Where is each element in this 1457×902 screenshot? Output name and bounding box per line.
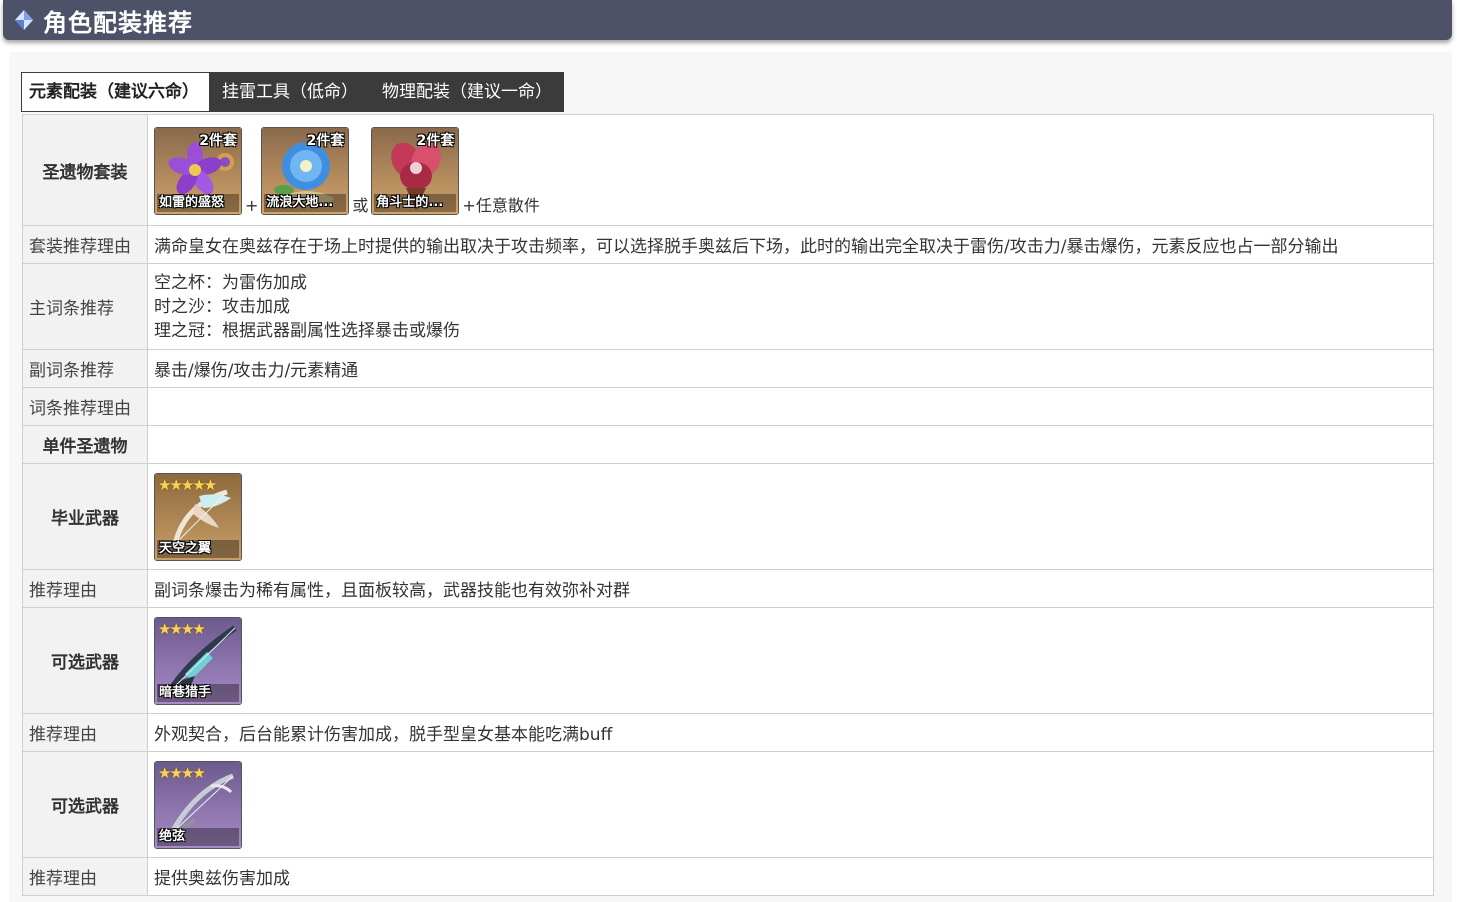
rarity-stars: ★★★★ bbox=[158, 619, 206, 638]
table-row: 推荐理由 外观契合，后台能累计伤害加成，脱手型皇女基本能吃满buff bbox=[22, 713, 1434, 752]
weapon-name: 绝弦 bbox=[157, 827, 239, 846]
single-artifact-text bbox=[147, 425, 1434, 464]
set-badge: 2件套 bbox=[199, 133, 237, 149]
or-separator: 或 bbox=[352, 196, 369, 215]
table-row: 单件圣遗物 bbox=[22, 425, 1434, 464]
sub-stats-text: 暴击/爆伤/攻击力/元素精通 bbox=[147, 349, 1434, 388]
weapon-card-alley-hunter[interactable]: ★★★★ 暗巷猎手 bbox=[154, 616, 242, 705]
alt-weapon-cell: ★★★★ 暗巷猎手 bbox=[147, 607, 1434, 714]
table-row: 可选武器 ★★★★ 绝弦 bbox=[22, 751, 1434, 858]
build-table: 圣遗物套装 2件套 如雷的盛怒 + 2件套 流浪大地... 或 2件套 角斗士的… bbox=[22, 114, 1434, 896]
main-stat-goblet: 空之杯：为雷伤加成 bbox=[154, 272, 307, 293]
any-pieces-suffix: +任意散件 bbox=[462, 196, 540, 215]
rarity-stars: ★★★★★ bbox=[158, 475, 217, 494]
table-row: 可选武器 ★★★★ 暗巷猎手 bbox=[22, 607, 1434, 714]
tab-elemental-build[interactable]: 元素配装（建议六命） bbox=[21, 72, 210, 112]
row-label: 推荐理由 bbox=[22, 857, 148, 896]
row-label: 圣遗物套装 bbox=[22, 114, 148, 226]
artifact-name: 角斗士的... bbox=[374, 194, 457, 212]
table-row: 套装推荐理由 满命皇女在奥兹存在于场上时提供的输出取决于攻击频率，可以选择脱手奥… bbox=[22, 225, 1434, 264]
row-label: 毕业武器 bbox=[22, 463, 148, 570]
row-label: 推荐理由 bbox=[22, 713, 148, 752]
table-row: 推荐理由 提供奥兹伤害加成 bbox=[22, 857, 1434, 896]
tab-physical-build[interactable]: 物理配装（建议一命） bbox=[370, 72, 564, 112]
sub-reason-text bbox=[147, 387, 1434, 426]
artifact-card-wanderers-troupe[interactable]: 2件套 流浪大地... bbox=[261, 127, 350, 215]
row-label: 副词条推荐 bbox=[22, 349, 148, 388]
artifact-card-thundering-fury[interactable]: 2件套 如雷的盛怒 bbox=[154, 127, 242, 215]
table-row: 圣遗物套装 2件套 如雷的盛怒 + 2件套 流浪大地... 或 2件套 角斗士的… bbox=[22, 114, 1434, 226]
main-stat-circlet: 理之冠：根据武器副属性选择暴击或爆伤 bbox=[154, 320, 460, 341]
weapon-card-the-stringless[interactable]: ★★★★ 绝弦 bbox=[154, 760, 242, 849]
row-label: 套装推荐理由 bbox=[22, 225, 148, 264]
table-row: 词条推荐理由 bbox=[22, 387, 1434, 426]
artifact-name: 流浪大地... bbox=[264, 194, 347, 212]
rarity-stars: ★★★★ bbox=[158, 763, 206, 782]
row-label: 词条推荐理由 bbox=[22, 387, 148, 426]
artifact-card-gladiators-finale[interactable]: 2件套 角斗士的... bbox=[371, 127, 460, 215]
row-label: 可选武器 bbox=[22, 751, 148, 858]
weapon-name: 天空之翼 bbox=[157, 539, 239, 558]
best-weapon-cell: ★★★★★ 天空之翼 bbox=[147, 463, 1434, 570]
weapon-card-skyward-harp[interactable]: ★★★★★ 天空之翼 bbox=[154, 472, 242, 561]
section-title: 角色配装推荐 bbox=[43, 8, 193, 37]
alt-weapon-cell: ★★★★ 绝弦 bbox=[147, 751, 1434, 858]
tab-trigger-tool[interactable]: 挂雷工具（低命） bbox=[210, 72, 370, 112]
table-row: 副词条推荐 暴击/爆伤/攻击力/元素精通 bbox=[22, 349, 1434, 388]
table-row: 毕业武器 ★★★★★ 天空之翼 bbox=[22, 463, 1434, 570]
row-label: 推荐理由 bbox=[22, 569, 148, 608]
artifact-set-cell: 2件套 如雷的盛怒 + 2件套 流浪大地... 或 2件套 角斗士的... +任… bbox=[147, 114, 1434, 226]
row-label: 主词条推荐 bbox=[22, 263, 148, 350]
weapon-name: 暗巷猎手 bbox=[157, 683, 239, 702]
artifact-name: 如雷的盛怒 bbox=[157, 194, 239, 212]
main-stats-cell: 空之杯：为雷伤加成 时之沙：攻击加成 理之冠：根据武器副属性选择暴击或爆伤 bbox=[147, 263, 1434, 350]
build-tabs: 元素配装（建议六命） 挂雷工具（低命） 物理配装（建议一命） bbox=[21, 72, 564, 112]
set-reason-text: 满命皇女在奥兹存在于场上时提供的输出取决于攻击频率，可以选择脱手奥兹后下场，此时… bbox=[147, 225, 1434, 264]
row-label: 可选武器 bbox=[22, 607, 148, 714]
plus-separator: + bbox=[245, 196, 259, 215]
main-stat-sands: 时之沙：攻击加成 bbox=[154, 296, 290, 317]
row-label: 单件圣遗物 bbox=[22, 425, 148, 464]
diamond-icon bbox=[15, 10, 33, 30]
alt-reason-text: 外观契合，后台能累计伤害加成，脱手型皇女基本能吃满buff bbox=[147, 713, 1434, 752]
best-reason-text: 副词条爆击为稀有属性，且面板较高，武器技能也有效弥补对群 bbox=[147, 569, 1434, 608]
set-badge: 2件套 bbox=[306, 133, 345, 149]
set-badge: 2件套 bbox=[416, 133, 455, 149]
table-row: 主词条推荐 空之杯：为雷伤加成 时之沙：攻击加成 理之冠：根据武器副属性选择暴击… bbox=[22, 263, 1434, 350]
alt-reason-text: 提供奥兹伤害加成 bbox=[147, 857, 1434, 896]
section-header: 角色配装推荐 bbox=[3, 0, 1452, 40]
table-row: 推荐理由 副词条爆击为稀有属性，且面板较高，武器技能也有效弥补对群 bbox=[22, 569, 1434, 608]
